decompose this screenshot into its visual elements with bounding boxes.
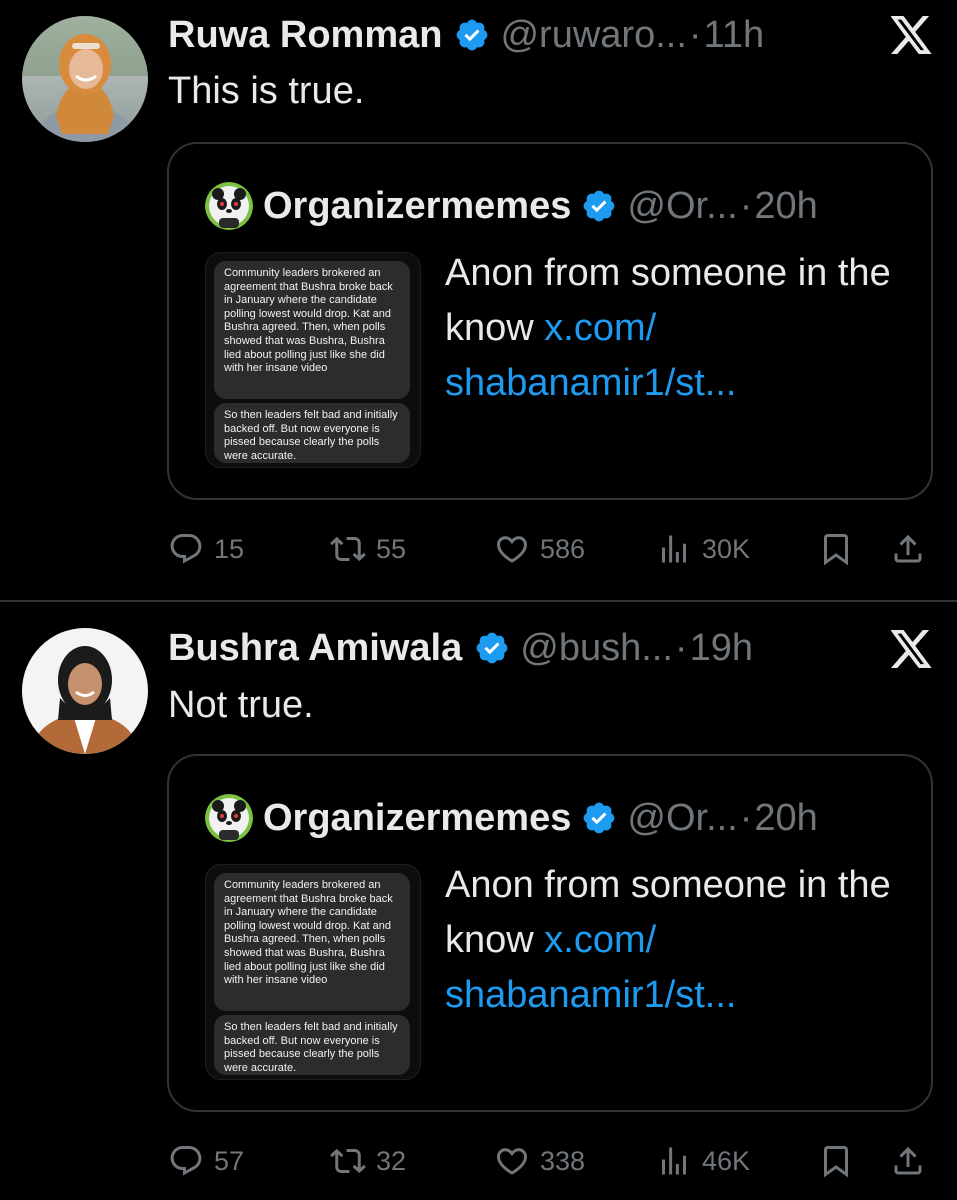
tweet-header: Bushra Amiwala @bush... · 19h — [168, 625, 753, 671]
tweet-text: This is true. — [168, 70, 365, 112]
heart-icon — [496, 536, 528, 563]
avatar[interactable] — [22, 16, 148, 142]
bookmark-button[interactable] — [818, 524, 854, 574]
retweet-icon — [330, 1148, 366, 1174]
share-button[interactable] — [890, 1136, 926, 1186]
tweet[interactable]: Ruwa Romman @ruwaro... · 11h This is tru… — [0, 0, 957, 600]
reply-icon — [170, 1146, 202, 1176]
timestamp[interactable]: 19h — [690, 627, 753, 670]
views-button[interactable]: 46K — [656, 1136, 750, 1186]
tweet-header: Ruwa Romman @ruwaro... · 11h — [168, 12, 764, 58]
bookmark-icon — [824, 1146, 848, 1178]
message-bubble: So then leaders felt bad and initially b… — [214, 1015, 410, 1075]
views-icon — [662, 1147, 686, 1175]
bookmark-icon — [824, 534, 848, 566]
author-handle[interactable]: @bush... — [520, 627, 673, 670]
quoted-avatar — [205, 182, 253, 230]
quoted-tweet-text: Anon from someone in the know x.com/ sha… — [445, 246, 905, 411]
quoted-tweet-header: Organizermemes @Or... · 20h — [205, 794, 818, 842]
retweet-count: 55 — [376, 533, 407, 564]
like-count: 338 — [540, 1145, 586, 1176]
quoted-author-name[interactable]: Organizermemes — [263, 185, 571, 228]
quoted-tweet-text: Anon from someone in the know x.com/ sha… — [445, 858, 905, 1023]
like-button[interactable]: 586 — [494, 524, 585, 574]
quoted-avatar — [205, 794, 253, 842]
reply-icon — [170, 534, 202, 564]
reply-button[interactable]: 57 — [168, 1136, 244, 1186]
share-icon — [894, 1146, 922, 1175]
quoted-timestamp[interactable]: 20h — [754, 185, 817, 228]
bookmark-button[interactable] — [818, 1136, 854, 1186]
verified-badge-icon — [476, 632, 508, 664]
quoted-author-handle[interactable]: @Or... — [627, 185, 737, 228]
reply-button[interactable]: 15 — [168, 524, 244, 574]
quoted-tweet[interactable]: Organizermemes @Or... · 20h Community le… — [167, 142, 933, 500]
author-handle[interactable]: @ruwaro... — [500, 14, 686, 57]
retweet-count: 32 — [376, 1145, 407, 1176]
quoted-author-name[interactable]: Organizermemes — [263, 797, 571, 840]
quoted-timestamp[interactable]: 20h — [754, 797, 817, 840]
like-button[interactable]: 338 — [494, 1136, 585, 1186]
retweet-button[interactable]: 55 — [330, 524, 406, 574]
separator-dot: · — [688, 13, 702, 56]
retweet-icon — [330, 536, 366, 562]
reply-count: 57 — [214, 1145, 245, 1176]
retweet-button[interactable]: 32 — [330, 1136, 406, 1186]
action-bar: 57 32 338 46K — [0, 1136, 957, 1186]
views-button[interactable]: 30K — [656, 524, 750, 574]
separator-dot: · — [739, 184, 753, 227]
verified-badge-icon — [457, 19, 488, 51]
verified-badge-icon — [584, 190, 615, 222]
quoted-media-image[interactable]: Community leaders brokered an agreement … — [205, 864, 421, 1080]
author-name[interactable]: Bushra Amiwala — [168, 627, 462, 670]
timestamp[interactable]: 11h — [704, 14, 765, 57]
tweet[interactable]: Bushra Amiwala @bush... · 19h Not true. — [0, 602, 957, 1200]
quoted-tweet-header: Organizermemes @Or... · 20h — [205, 182, 818, 230]
message-bubble: Community leaders brokered an agreement … — [214, 873, 410, 1011]
quoted-text-body: Anon from someone in the know — [445, 864, 891, 961]
x-logo-icon — [891, 630, 932, 668]
quoted-text-body: Anon from someone in the know — [445, 252, 891, 349]
verified-badge-icon — [584, 802, 615, 834]
action-bar: 15 55 586 30K — [0, 524, 957, 574]
tweet-text: Not true. — [168, 684, 314, 726]
x-logo-icon — [891, 16, 932, 54]
reply-count: 15 — [214, 533, 245, 564]
message-bubble: Community leaders brokered an agreement … — [214, 261, 410, 399]
share-button[interactable] — [890, 524, 926, 574]
message-bubble: So then leaders felt bad and initially b… — [214, 403, 410, 463]
quoted-author-handle[interactable]: @Or... — [627, 797, 737, 840]
like-count: 586 — [540, 533, 586, 564]
quoted-media-image[interactable]: Community leaders brokered an agreement … — [205, 252, 421, 468]
avatar[interactable] — [22, 628, 148, 754]
author-name[interactable]: Ruwa Romman — [168, 14, 442, 57]
views-count: 30K — [702, 533, 751, 564]
separator-dot: · — [739, 796, 753, 839]
share-icon — [894, 534, 922, 563]
views-icon — [662, 535, 686, 563]
quoted-tweet[interactable]: Organizermemes @Or... · 20h Community le… — [167, 754, 933, 1112]
views-count: 46K — [702, 1145, 751, 1176]
heart-icon — [496, 1148, 528, 1175]
separator-dot: · — [674, 626, 688, 669]
